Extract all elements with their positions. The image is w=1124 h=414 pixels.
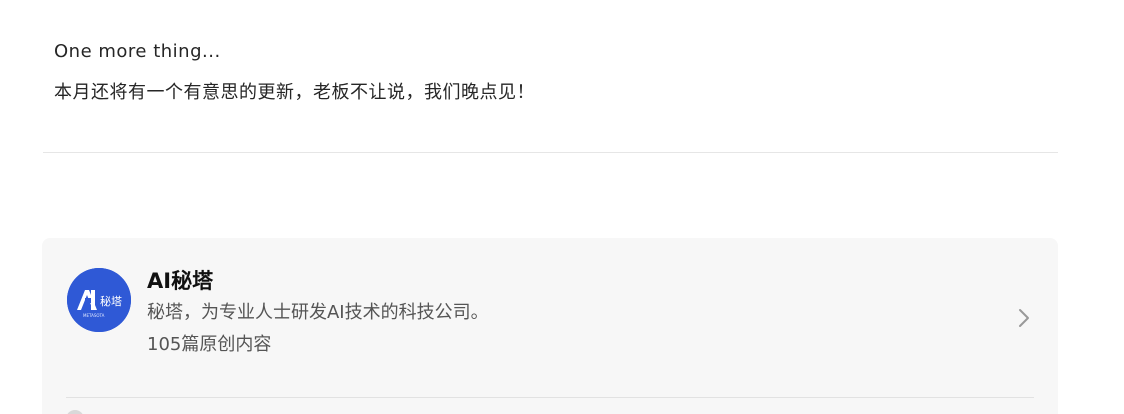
card-footer-icon bbox=[66, 410, 84, 414]
chevron-right-icon[interactable] bbox=[1016, 306, 1032, 330]
original-article-count: 105篇原创内容 bbox=[147, 334, 272, 355]
avatar-logo-subtext: METASOTA bbox=[83, 313, 105, 318]
account-info: AI秘塔 秘塔，为专业人士研发AI技术的科技公司。 105篇原创内容 bbox=[147, 266, 967, 359]
account-description: 秘塔，为专业人士研发AI技术的科技公司。 bbox=[147, 302, 489, 323]
article-line-one-more-thing: One more thing... bbox=[54, 41, 221, 62]
metaso-logo-icon: 秘塔 METASOTA bbox=[67, 268, 131, 332]
card-divider bbox=[66, 397, 1034, 398]
page: One more thing... 本月还将有一个有意思的更新，老板不让说，我们… bbox=[0, 0, 1124, 414]
avatar-logo-text: 秘塔 bbox=[100, 294, 122, 308]
account-name[interactable]: AI秘塔 bbox=[147, 266, 967, 296]
article-body: One more thing... 本月还将有一个有意思的更新，老板不让说，我们… bbox=[54, 38, 1054, 107]
section-divider bbox=[43, 152, 1058, 153]
article-line-update-note: 本月还将有一个有意思的更新，老板不让说，我们晚点见！ bbox=[54, 82, 535, 103]
account-profile-card[interactable]: 秘塔 METASOTA AI秘塔 秘塔，为专业人士研发AI技术的科技公司。 10… bbox=[42, 238, 1058, 414]
account-avatar[interactable]: 秘塔 METASOTA bbox=[67, 268, 131, 332]
